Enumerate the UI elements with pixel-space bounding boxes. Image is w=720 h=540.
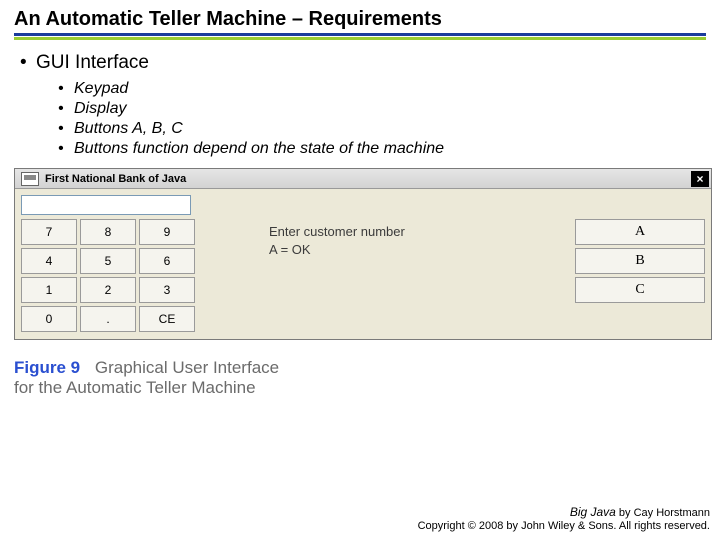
button-a[interactable]: A bbox=[575, 219, 705, 245]
key-ce[interactable]: CE bbox=[139, 306, 195, 332]
accent-rule bbox=[14, 37, 706, 40]
system-menu-icon[interactable] bbox=[21, 172, 39, 186]
bullet-sub: •Buttons function depend on the state of… bbox=[58, 140, 706, 158]
figure-label: Figure 9 bbox=[14, 358, 80, 377]
bullet-main-text: GUI Interface bbox=[36, 52, 149, 73]
customer-number-input[interactable] bbox=[21, 195, 191, 215]
key-0[interactable]: 0 bbox=[21, 306, 77, 332]
bullet-sub: •Keypad bbox=[58, 80, 706, 98]
key-dot[interactable]: . bbox=[80, 306, 136, 332]
key-6[interactable]: 6 bbox=[139, 248, 195, 274]
close-icon[interactable]: × bbox=[691, 171, 709, 187]
key-2[interactable]: 2 bbox=[80, 277, 136, 303]
prompt-line: Enter customer number bbox=[269, 223, 569, 241]
atm-titlebar: First National Bank of Java × bbox=[15, 169, 711, 189]
figure-caption-line: for the Automatic Teller Machine bbox=[14, 378, 706, 398]
key-4[interactable]: 4 bbox=[21, 248, 77, 274]
slide-title: An Automatic Teller Machine – Requiremen… bbox=[14, 8, 706, 36]
figure-caption: Figure 9 Graphical User Interface for th… bbox=[14, 358, 706, 398]
prompt-line: A = OK bbox=[269, 241, 569, 259]
bullet-main: •GUI Interface bbox=[20, 52, 706, 74]
key-8[interactable]: 8 bbox=[80, 219, 136, 245]
bullet-sub: •Buttons A, B, C bbox=[58, 120, 706, 138]
footer-book-title: Big Java bbox=[570, 505, 616, 519]
footer-copyright: Copyright © 2008 by John Wiley & Sons. A… bbox=[418, 520, 710, 534]
footer-author: by Cay Horstmann bbox=[616, 507, 710, 519]
footer: Big Java by Cay Horstmann Copyright © 20… bbox=[418, 505, 710, 535]
figure-caption-line: Graphical User Interface bbox=[95, 358, 279, 377]
keypad: 7 8 9 4 5 6 1 2 3 0 . CE bbox=[21, 219, 261, 332]
button-b[interactable]: B bbox=[575, 248, 705, 274]
key-3[interactable]: 3 bbox=[139, 277, 195, 303]
bullet-sub: •Display bbox=[58, 100, 706, 118]
atm-display: Enter customer number A = OK bbox=[267, 195, 569, 333]
key-7[interactable]: 7 bbox=[21, 219, 77, 245]
key-9[interactable]: 9 bbox=[139, 219, 195, 245]
key-5[interactable]: 5 bbox=[80, 248, 136, 274]
button-c[interactable]: C bbox=[575, 277, 705, 303]
key-1[interactable]: 1 bbox=[21, 277, 77, 303]
atm-window: First National Bank of Java × 7 8 9 4 5 … bbox=[14, 168, 712, 340]
window-title: First National Bank of Java bbox=[45, 173, 691, 185]
